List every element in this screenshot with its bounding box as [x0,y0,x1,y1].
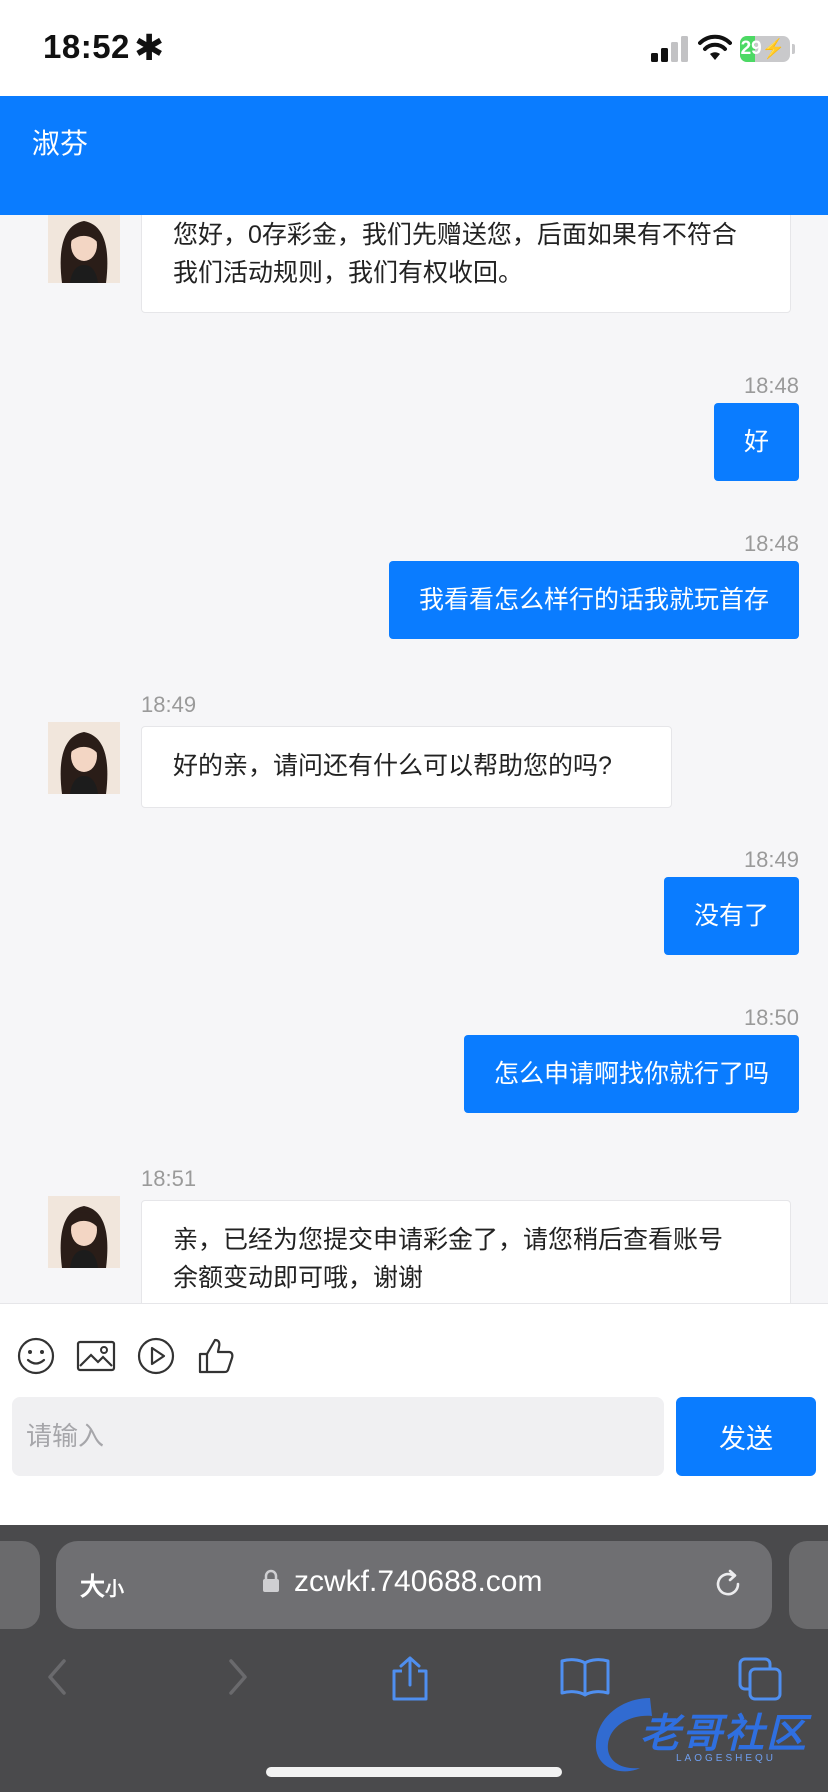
agent-avatar[interactable] [48,722,120,794]
message-outgoing: 18:49 没有了 [0,847,828,957]
message-bubble[interactable]: 怎么申请啊找你就行了吗 [463,1035,799,1113]
message-time: 18:49 [141,692,197,717]
message-outgoing: 18:48 我看看怎么样行的话我就玩首存 [0,531,828,641]
status-bar: 18:52 ✱ 29 ⚡ [0,0,828,96]
back-icon[interactable] [40,1655,76,1699]
text-size-big: 大 [80,1573,106,1601]
wifi-icon [698,34,732,60]
message-input[interactable] [12,1397,664,1476]
avatar-image [48,1196,120,1268]
lock-icon [263,1569,279,1592]
avatar-image [48,722,120,794]
next-tab-preview[interactable] [789,1541,828,1629]
message-text-line: 您好，0存彩金，我们先赠送您，后面如果有不符合 [173,221,737,249]
message-text-line: 亲，已经为您提交申请彩金了，请您稍后查看账号 [173,1226,724,1254]
message-composer: 发送 [0,1303,828,1525]
message-bubble[interactable]: 好的亲，请问还有什么可以帮助您的吗? [141,726,672,808]
agent-name: 淑芬 [32,128,89,159]
message-outgoing: 18:48 好 [0,373,828,483]
address-bar[interactable]: 大小 zcwkf.740688.com [56,1541,772,1629]
agent-avatar[interactable] [48,215,120,283]
message-time: 18:51 [141,1166,197,1191]
reload-icon[interactable] [710,1566,746,1602]
forward-icon[interactable] [219,1655,255,1699]
emoji-icon[interactable] [16,1336,56,1376]
message-outgoing: 18:50 怎么申请啊找你就行了吗 [0,1005,828,1115]
chat-header: 淑芬 [0,96,828,215]
message-time: 18:48 [743,531,799,556]
asterisk-icon: ✱ [134,27,165,68]
home-indicator[interactable] [266,1767,562,1777]
video-icon[interactable] [136,1336,176,1376]
message-time: 18:50 [743,1005,799,1030]
agent-avatar[interactable] [48,1196,120,1268]
message-bubble[interactable]: 好 [713,403,799,481]
message-incoming: 18:49 好的亲，请问还有什么可以帮助您的吗? [0,692,828,812]
battery-percent: 29 [740,38,762,59]
avatar-image [48,215,120,283]
message-incoming: 18:51 亲，已经为您提交申请彩金了，请您稍后查看账号 余额变动即可哦，谢谢 [0,1166,828,1303]
share-icon[interactable] [388,1655,432,1703]
message-time: 18:48 [743,373,799,398]
image-icon[interactable] [76,1336,116,1376]
message-text-line: 我们活动规则，我们有权收回。 [173,259,524,287]
message-time: 18:49 [743,847,799,872]
watermark-subtext: LAOGESHEQU [676,1753,777,1764]
text-size-button[interactable]: 大小 [80,1567,124,1603]
message-bubble[interactable]: 我看看怎么样行的话我就玩首存 [388,561,799,639]
message-list[interactable]: 您好，0存彩金，我们先赠送您，后面如果有不符合 我们活动规则，我们有权收回。 1… [0,215,828,1303]
battery-icon: 29 ⚡ [740,36,790,62]
url-text: zcwkf.740688.com [294,1565,543,1598]
message-bubble[interactable]: 没有了 [663,877,799,955]
battery-cap [792,44,795,54]
tabs-icon[interactable] [736,1655,784,1703]
message-bubble[interactable]: 亲，已经为您提交申请彩金了，请您稍后查看账号 余额变动即可哦，谢谢 [141,1200,791,1303]
status-time: 18:52 [43,28,130,65]
watermark-text: 老哥社区 [640,1711,808,1757]
message-text-line: 好的亲，请问还有什么可以帮助您的吗? [173,752,612,780]
message-incoming: 您好，0存彩金，我们先赠送您，后面如果有不符合 我们活动规则，我们有权收回。 [0,215,828,315]
cellular-signal-icon [651,36,688,62]
like-icon[interactable] [196,1336,236,1376]
message-text-line: 余额变动即可哦，谢谢 [173,1264,424,1292]
send-button[interactable]: 发送 [676,1397,816,1476]
message-bubble[interactable]: 您好，0存彩金，我们先赠送您，后面如果有不符合 我们活动规则，我们有权收回。 [141,215,791,313]
previous-tab-preview[interactable] [0,1541,40,1629]
text-size-small: 小 [105,1579,125,1600]
